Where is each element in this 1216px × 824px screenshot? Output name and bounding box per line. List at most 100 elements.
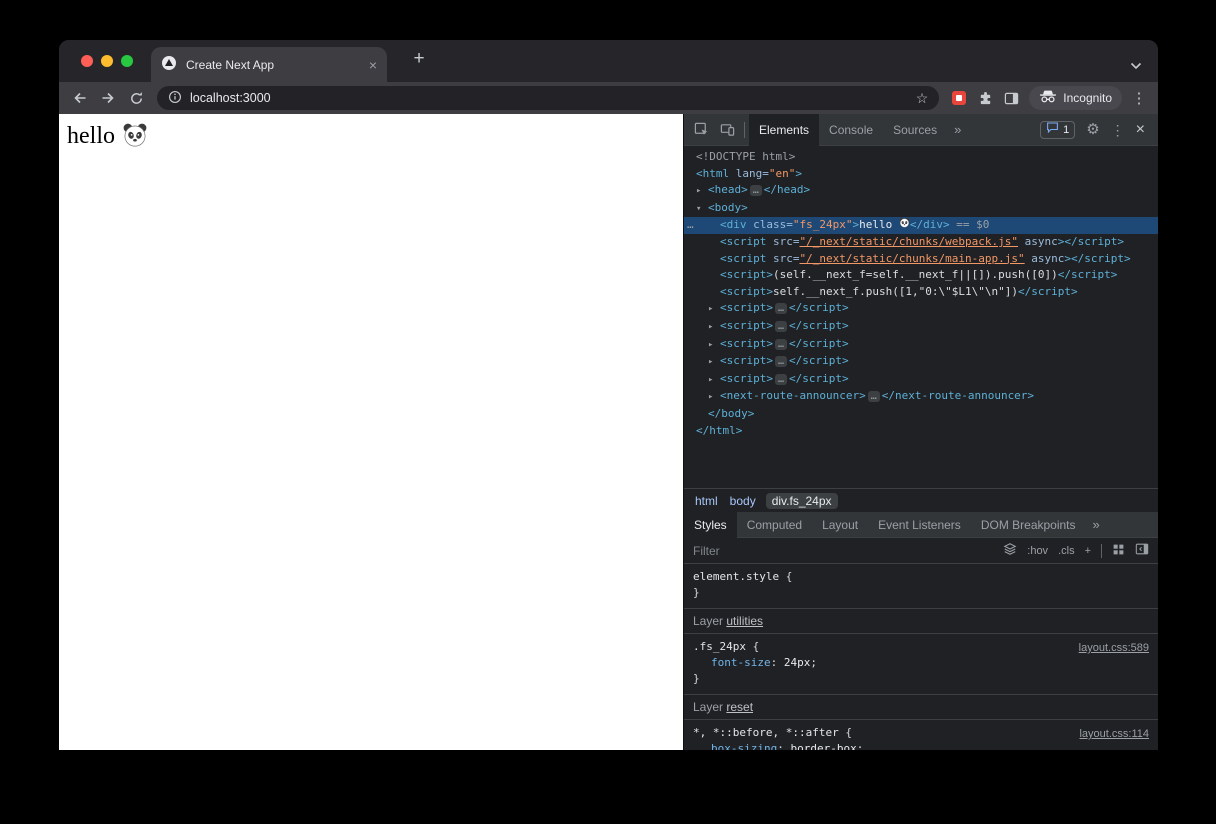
tab-layout[interactable]: Layout xyxy=(812,512,868,538)
address-bar[interactable]: localhost:3000 ☆ xyxy=(157,86,939,110)
dom-tree-line[interactable]: ▾<body> xyxy=(684,200,1158,218)
browser-tab[interactable]: Create Next App × xyxy=(151,47,387,82)
dom-tree-line[interactable]: ▸<script>…</script> xyxy=(684,318,1158,336)
tab-computed[interactable]: Computed xyxy=(737,512,812,538)
close-window-button[interactable] xyxy=(81,55,93,67)
dom-tree-line[interactable]: <html lang="en"> xyxy=(684,166,1158,183)
dom-token: <!DOCTYPE html> xyxy=(696,150,795,163)
dom-token: <body> xyxy=(708,201,748,214)
reload-button[interactable] xyxy=(123,85,149,111)
tree-expand-arrow[interactable]: ▸ xyxy=(708,372,720,389)
rule-selector[interactable]: element.style { xyxy=(693,569,1149,585)
dom-token: self.__next_f.push([1,"0:\"$L1\"\n"]) xyxy=(773,285,1018,298)
devtools-panel: ElementsConsoleSources » 1 ⚙ ⋮ × <!DOCTY… xyxy=(683,114,1158,750)
css-file-link[interactable]: layout.css:114 xyxy=(1079,726,1149,742)
dom-tree-line[interactable]: </body> xyxy=(684,406,1158,423)
layer-label: Layer xyxy=(693,700,726,714)
css-layers-icon[interactable] xyxy=(1003,542,1017,559)
devtools-menu-icon[interactable]: ⋮ xyxy=(1111,123,1125,137)
layer-link[interactable]: reset xyxy=(726,700,753,714)
tab-styles[interactable]: Styles xyxy=(684,512,737,538)
toolbar-divider xyxy=(744,122,745,138)
grid-overlay-icon[interactable] xyxy=(1112,543,1125,559)
property-name: box-sizing xyxy=(711,742,777,750)
layer-label: Layer xyxy=(693,614,726,628)
styles-more-tabs-button[interactable]: » xyxy=(1086,517,1107,532)
toggle-element-state-button[interactable]: :hov xyxy=(1027,545,1048,557)
dom-token: <script> xyxy=(720,268,773,281)
tree-expand-arrow[interactable]: ▸ xyxy=(696,183,708,200)
minimize-window-button[interactable] xyxy=(101,55,113,67)
dom-tree-line[interactable]: ▸<script>…</script> xyxy=(684,371,1158,389)
styles-tab-list: StylesComputedLayoutEvent ListenersDOM B… xyxy=(684,512,1158,538)
dom-token: </script> xyxy=(789,354,849,367)
site-info-icon[interactable] xyxy=(168,90,182,107)
tree-expand-arrow[interactable]: ▸ xyxy=(708,337,720,354)
back-button[interactable] xyxy=(67,85,93,111)
dom-tree-line[interactable]: ▸<script>…</script> xyxy=(684,353,1158,371)
dom-token: … xyxy=(775,339,787,350)
dom-tree-line[interactable]: ▸<next-route-announcer>…</next-route-ann… xyxy=(684,388,1158,406)
element-classes-button[interactable]: .cls xyxy=(1058,545,1075,557)
css-layer-row: Layer reset xyxy=(684,695,1158,720)
device-toolbar-icon[interactable] xyxy=(714,117,740,143)
node-menu-dots[interactable]: … xyxy=(687,217,695,234)
tree-expand-arrow[interactable]: ▸ xyxy=(708,301,720,318)
computed-sidebar-toggle-icon[interactable] xyxy=(1135,542,1149,559)
devtools-toolbar: ElementsConsoleSources » 1 ⚙ ⋮ × xyxy=(684,114,1158,146)
dom-token: async xyxy=(1025,252,1065,265)
dom-tree-line[interactable]: <script>self.__next_f.push([1,"0:\"$L1\"… xyxy=(684,284,1158,301)
dom-tree-line[interactable]: ▸<script>…</script> xyxy=(684,300,1158,318)
css-file-link[interactable]: layout.css:589 xyxy=(1079,640,1149,656)
bookmark-star-icon[interactable]: ☆ xyxy=(916,91,929,105)
message-bubble-icon xyxy=(1046,121,1059,139)
dom-tree-line[interactable]: <script>(self.__next_f=self.__next_f||[]… xyxy=(684,267,1158,284)
tab-search-chevron-icon[interactable] xyxy=(1130,57,1142,75)
tab-console[interactable]: Console xyxy=(819,114,883,146)
layer-link[interactable]: utilities xyxy=(726,614,763,628)
more-tabs-button[interactable]: » xyxy=(947,122,968,137)
tree-expand-arrow[interactable]: ▸ xyxy=(708,389,720,406)
styles-filter-input[interactable] xyxy=(693,544,995,558)
zoom-window-button[interactable] xyxy=(121,55,133,67)
tab-elements[interactable]: Elements xyxy=(749,114,819,146)
devtools-settings-icon[interactable]: ⚙ xyxy=(1086,122,1099,137)
css-property[interactable]: box-sizing: border-box; xyxy=(693,741,1149,750)
css-layer-row: Layer utilities xyxy=(684,609,1158,634)
dom-tree-line[interactable]: ▸<script>…</script> xyxy=(684,336,1158,354)
property-name: font-size xyxy=(711,656,771,669)
dom-token: … xyxy=(775,356,787,367)
breadcrumb-item[interactable]: div.fs_24px xyxy=(766,493,838,509)
side-panel-icon[interactable] xyxy=(999,86,1023,110)
selector-text: *, *::before, *::after xyxy=(693,726,839,739)
css-property[interactable]: font-size: 24px; xyxy=(693,655,1149,671)
inspect-element-icon[interactable] xyxy=(688,117,714,143)
browser-menu-icon[interactable]: ⋮ xyxy=(1128,89,1150,107)
dom-tree-line[interactable]: <!DOCTYPE html> xyxy=(684,149,1158,166)
tab-event-listeners[interactable]: Event Listeners xyxy=(868,512,971,538)
semicolon: ; xyxy=(810,656,817,669)
tab-close-icon[interactable]: × xyxy=(369,58,377,72)
dom-tree-line[interactable]: …<div class="fs_24px">hello </div> == $0 xyxy=(684,217,1158,234)
tree-expand-arrow[interactable]: ▸ xyxy=(708,354,720,371)
forward-button[interactable] xyxy=(95,85,121,111)
tab-sources[interactable]: Sources xyxy=(883,114,947,146)
dom-tree-line[interactable]: <script src="/_next/static/chunks/webpac… xyxy=(684,234,1158,251)
close-brace: } xyxy=(693,585,1149,601)
tree-collapse-arrow[interactable]: ▾ xyxy=(696,201,708,218)
extensions-puzzle-icon[interactable] xyxy=(973,86,997,110)
tab-dom-breakpoints[interactable]: DOM Breakpoints xyxy=(971,512,1086,538)
dom-tree-line[interactable]: </html> xyxy=(684,423,1158,440)
tree-expand-arrow[interactable]: ▸ xyxy=(708,319,720,336)
breadcrumb-item[interactable]: body xyxy=(730,494,756,508)
devtools-close-icon[interactable]: × xyxy=(1136,122,1145,138)
breadcrumb-item[interactable]: html xyxy=(695,494,718,508)
dom-tree-line[interactable]: <script src="/_next/static/chunks/main-a… xyxy=(684,251,1158,268)
dom-tree-line[interactable]: ▸<head>…</head> xyxy=(684,182,1158,200)
dom-token: </body> xyxy=(708,407,754,420)
incognito-badge: Incognito xyxy=(1029,86,1122,110)
new-style-rule-button[interactable]: + xyxy=(1085,545,1091,557)
extension-icon[interactable] xyxy=(947,86,971,110)
new-tab-button[interactable]: + xyxy=(407,49,431,73)
console-messages-badge[interactable]: 1 xyxy=(1040,121,1075,139)
